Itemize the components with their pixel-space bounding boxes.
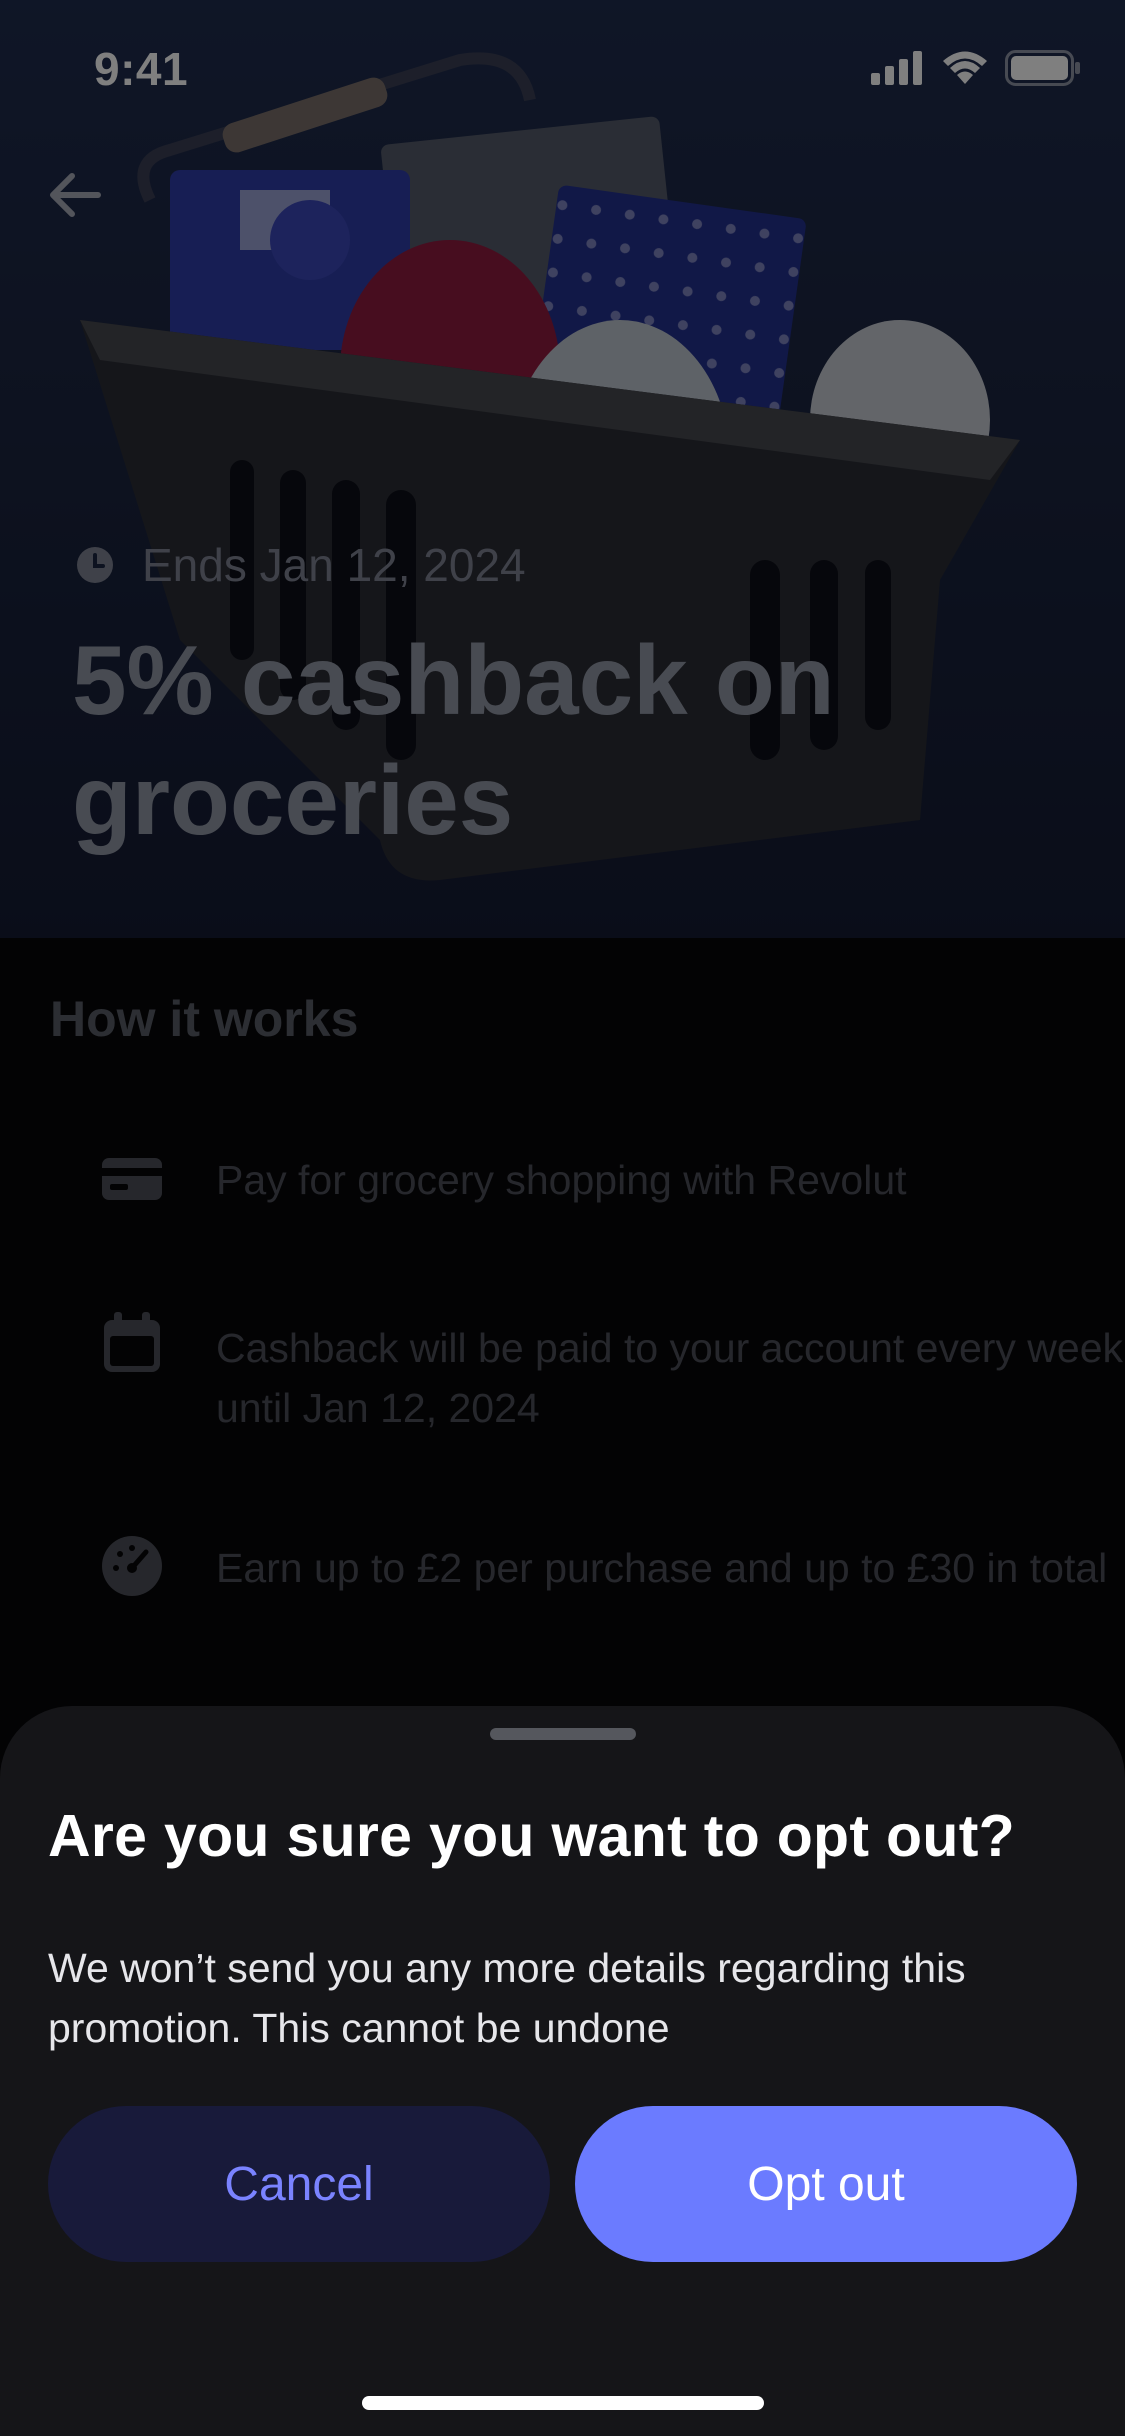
dialog-title: Are you sure you want to opt out?: [48, 1803, 1016, 1869]
promotion-screen: 9:41: [0, 0, 1125, 2436]
dialog-message: We won’t send you any more details regar…: [48, 1945, 966, 2051]
home-indicator[interactable]: [362, 2396, 764, 2410]
opt-out-bottom-sheet: Are you sure you want to opt out? We won…: [0, 1706, 1125, 2436]
cancel-button[interactable]: Cancel: [48, 2106, 550, 2262]
opt-out-button[interactable]: Opt out: [575, 2106, 1077, 2262]
sheet-drag-handle[interactable]: [490, 1728, 636, 1740]
